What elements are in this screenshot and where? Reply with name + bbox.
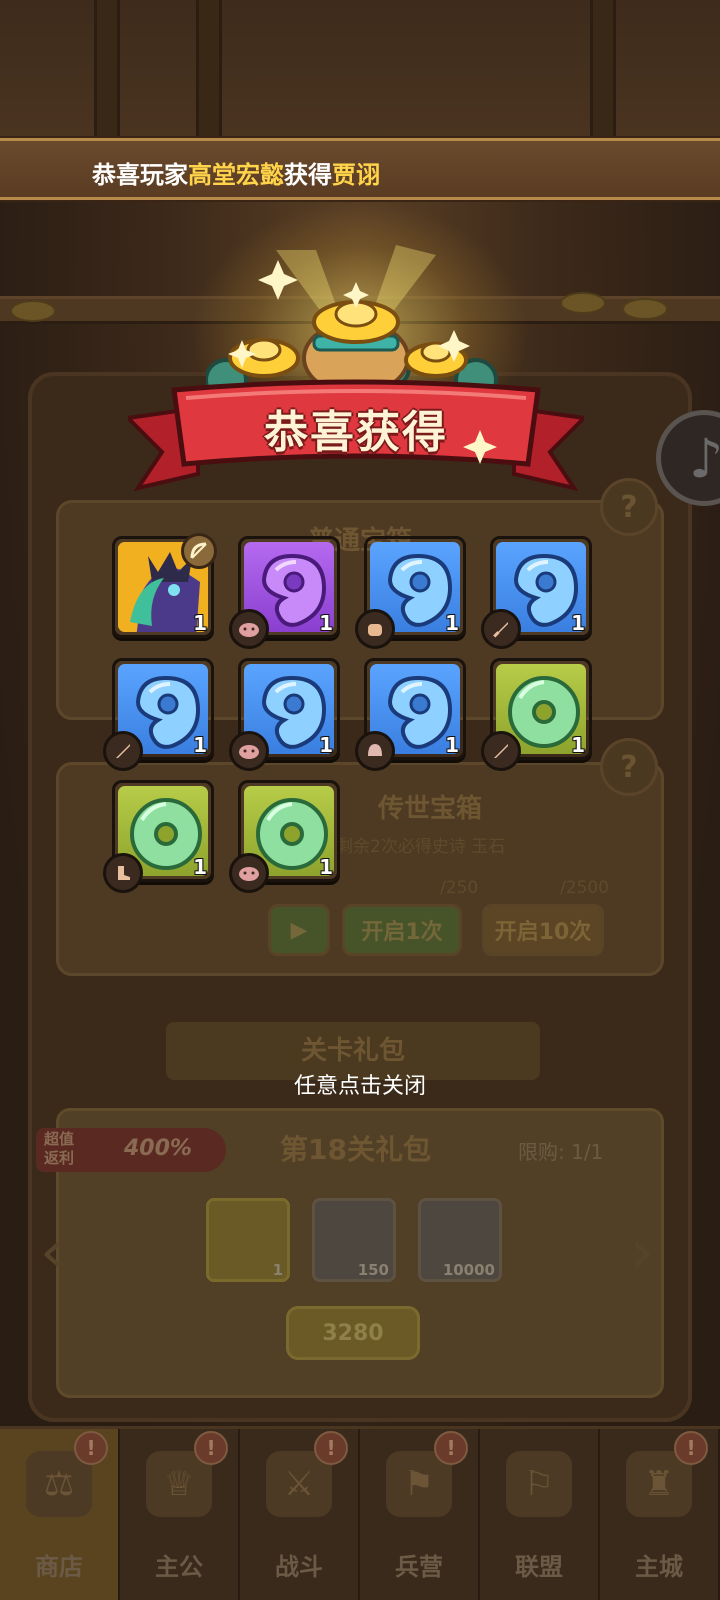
reward-ribbon: 恭喜获得	[128, 378, 584, 498]
reward-qty: 1	[193, 611, 207, 635]
reward-qty: 1	[319, 733, 333, 757]
reward-item-disc[interactable]: 1	[103, 780, 214, 893]
bow-icon	[181, 533, 217, 569]
pig-icon	[229, 853, 269, 893]
reward-qty: 1	[445, 611, 459, 635]
reward-item-hero[interactable]: 1	[112, 533, 217, 638]
reward-title: 恭喜获得	[264, 407, 448, 458]
announcement-banner: 恭喜玩家高堂宏懿获得贾诩	[0, 138, 720, 200]
sword-icon	[481, 731, 521, 771]
obtained-item-name: 贾诩	[332, 161, 380, 189]
tap-to-close-hint[interactable]: 任意点击关闭	[0, 1068, 720, 1100]
reward-item-gem[interactable]: 1	[229, 658, 340, 771]
reward-qty: 1	[193, 855, 207, 879]
reward-qty: 1	[445, 733, 459, 757]
reward-qty: 1	[571, 611, 585, 635]
reward-qty: 1	[193, 733, 207, 757]
announcement-text: 恭喜玩家高堂宏懿获得贾诩	[92, 161, 380, 189]
reward-item-gem[interactable]: 1	[229, 536, 340, 649]
sword-icon	[481, 609, 521, 649]
reward-item-gem[interactable]: 1	[355, 658, 466, 771]
boot-icon	[103, 853, 143, 893]
reward-item-gem[interactable]: 1	[103, 658, 214, 771]
reward-qty: 1	[319, 855, 333, 879]
reward-item-gem[interactable]: 1	[355, 536, 466, 649]
reward-item-disc[interactable]: 1	[229, 780, 340, 893]
reward-item-disc[interactable]: 1	[481, 658, 592, 771]
reward-item-gem[interactable]: 1	[481, 536, 592, 649]
sword-icon	[103, 731, 143, 771]
pig-icon	[229, 609, 269, 649]
reward-qty: 1	[319, 611, 333, 635]
fist-icon	[355, 609, 395, 649]
helmet-icon	[355, 731, 395, 771]
player-name: 高堂宏懿	[188, 161, 284, 189]
treasure-pile-icon	[206, 245, 498, 390]
pig-icon	[229, 731, 269, 771]
reward-qty: 1	[571, 733, 585, 757]
